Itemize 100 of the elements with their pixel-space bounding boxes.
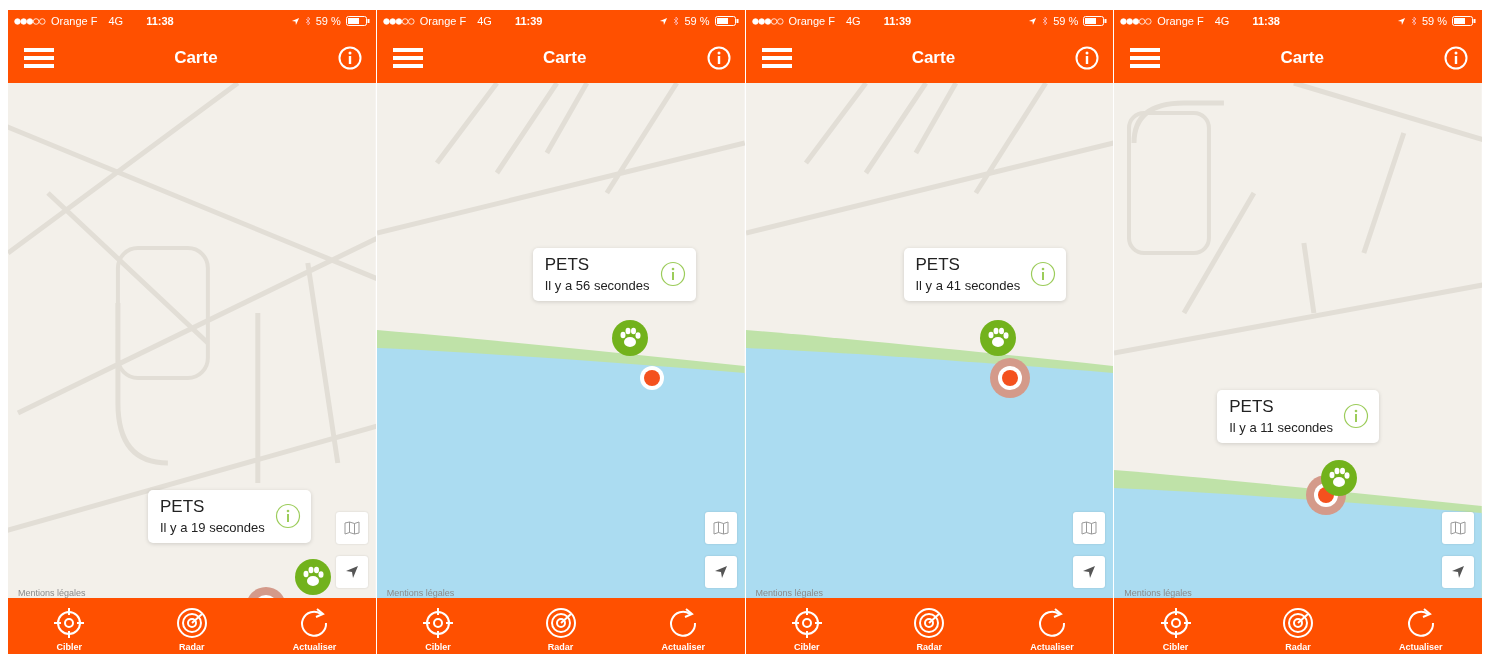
signal-icon — [14, 17, 46, 25]
pet-name: PETS — [544, 255, 591, 275]
network-type: 4G — [477, 15, 492, 27]
paw-marker[interactable] — [1320, 459, 1359, 497]
tab[interactable]: Radar — [146, 598, 237, 654]
info-icon — [337, 45, 362, 70]
carrier-name: Orange F — [51, 15, 98, 27]
status-time: 11:39 — [514, 15, 543, 27]
locate-button[interactable] — [1073, 556, 1106, 588]
radar-icon — [174, 606, 209, 640]
menu-button[interactable] — [761, 46, 792, 69]
bluetooth-icon — [1410, 16, 1417, 26]
info-icon — [1075, 45, 1100, 70]
info-button[interactable] — [1444, 45, 1468, 70]
battery-percent: 59 % — [1053, 15, 1079, 27]
map-icon — [712, 521, 729, 535]
legal-notice-link[interactable]: Mentions légales — [755, 588, 824, 598]
battery-icon — [1452, 16, 1476, 26]
map-layers-button[interactable] — [1442, 512, 1474, 544]
paw-marker[interactable] — [978, 319, 1017, 357]
info-icon — [1444, 45, 1468, 70]
last-seen-time: Il y a 56 secondes — [544, 278, 650, 293]
tab[interactable]: Cibler — [761, 598, 852, 654]
paw-marker[interactable] — [610, 319, 649, 357]
screen-title: Carte — [174, 47, 218, 68]
menu-button[interactable] — [24, 46, 54, 69]
menu-button[interactable] — [392, 46, 423, 69]
pet-callout[interactable]: PETS Il y a 41 secondes — [903, 248, 1067, 301]
tab[interactable]: Actualiser — [1375, 598, 1466, 654]
location-arrow-icon — [659, 16, 669, 26]
map-layers-button[interactable] — [1073, 512, 1106, 544]
location-arrow-icon — [1451, 565, 1465, 579]
tab[interactable]: Radar — [884, 598, 975, 654]
signal-icon — [751, 17, 784, 25]
paw-marker[interactable] — [294, 558, 332, 596]
location-arrow-icon — [713, 565, 728, 579]
info-icon[interactable] — [1030, 261, 1057, 287]
pet-name: PETS — [915, 255, 961, 275]
tab[interactable]: Actualiser — [269, 598, 360, 654]
locate-button[interactable] — [335, 556, 368, 588]
map-layers-button[interactable] — [704, 512, 737, 544]
pet-callout[interactable]: PETS Il y a 19 secondes — [148, 490, 311, 543]
radar-icon — [1281, 606, 1316, 640]
location-arrow-icon — [290, 16, 300, 26]
network-type: 4G — [1214, 15, 1230, 27]
info-button[interactable] — [337, 45, 362, 70]
target-icon — [52, 606, 87, 640]
info-icon[interactable] — [274, 503, 301, 529]
bluetooth-icon — [304, 16, 311, 26]
carrier-name: Orange F — [1157, 15, 1204, 27]
legal-notice-link[interactable]: Mentions légales — [1124, 588, 1192, 598]
battery-percent: 59 % — [1421, 15, 1447, 27]
pet-name: PETS — [1229, 397, 1275, 417]
legal-notice-link[interactable]: Mentions légales — [386, 588, 455, 598]
location-arrow-icon — [344, 565, 359, 579]
info-icon[interactable] — [1343, 403, 1370, 429]
screen-title: Carte — [542, 47, 587, 68]
locate-button[interactable] — [1442, 556, 1474, 588]
tab[interactable]: Cibler — [1130, 598, 1221, 654]
carrier-name: Orange F — [419, 15, 467, 27]
target-icon — [421, 606, 456, 640]
screen-title: Carte — [1280, 47, 1324, 68]
carrier-name: Orange F — [788, 15, 835, 27]
map-icon — [1081, 521, 1098, 535]
battery-percent: 59 % — [315, 15, 341, 27]
location-arrow-icon — [1082, 565, 1097, 579]
battery-icon — [714, 16, 739, 26]
tab[interactable]: Cibler — [393, 598, 484, 654]
target-icon — [1158, 606, 1193, 640]
legal-notice-link[interactable]: Mentions légales — [18, 588, 86, 598]
last-seen-time: Il y a 19 secondes — [160, 520, 265, 535]
battery-percent: 59 % — [684, 15, 710, 27]
pet-callout[interactable]: PETS Il y a 56 secondes — [532, 248, 696, 301]
tab[interactable]: Actualiser — [638, 598, 729, 654]
menu-button[interactable] — [1130, 46, 1161, 69]
menu-icon — [1130, 46, 1161, 69]
radar-icon — [912, 606, 947, 640]
locate-button[interactable] — [704, 556, 737, 588]
tab[interactable]: Cibler — [24, 598, 115, 654]
tab[interactable]: Actualiser — [1006, 598, 1097, 654]
screen-title: Carte — [911, 47, 956, 68]
last-seen-time: Il y a 11 secondes — [1229, 420, 1334, 435]
network-type: 4G — [845, 15, 861, 27]
last-seen-time: Il y a 41 secondes — [915, 278, 1021, 293]
signal-icon — [1120, 17, 1153, 25]
menu-icon — [392, 46, 423, 69]
signal-icon — [382, 17, 415, 25]
tab[interactable]: Radar — [515, 598, 606, 654]
info-icon — [706, 45, 731, 70]
pet-callout[interactable]: PETS Il y a 11 secondes — [1217, 390, 1380, 443]
map-icon — [343, 521, 360, 535]
map-layers-button[interactable] — [335, 512, 368, 544]
info-button[interactable] — [1075, 45, 1100, 70]
radar-icon — [543, 606, 578, 640]
target-icon — [789, 606, 824, 640]
tab[interactable]: Radar — [1253, 598, 1344, 654]
status-time: 11:38 — [146, 15, 174, 27]
info-button[interactable] — [706, 45, 731, 70]
info-icon[interactable] — [659, 261, 686, 287]
location-arrow-icon — [1396, 16, 1406, 26]
